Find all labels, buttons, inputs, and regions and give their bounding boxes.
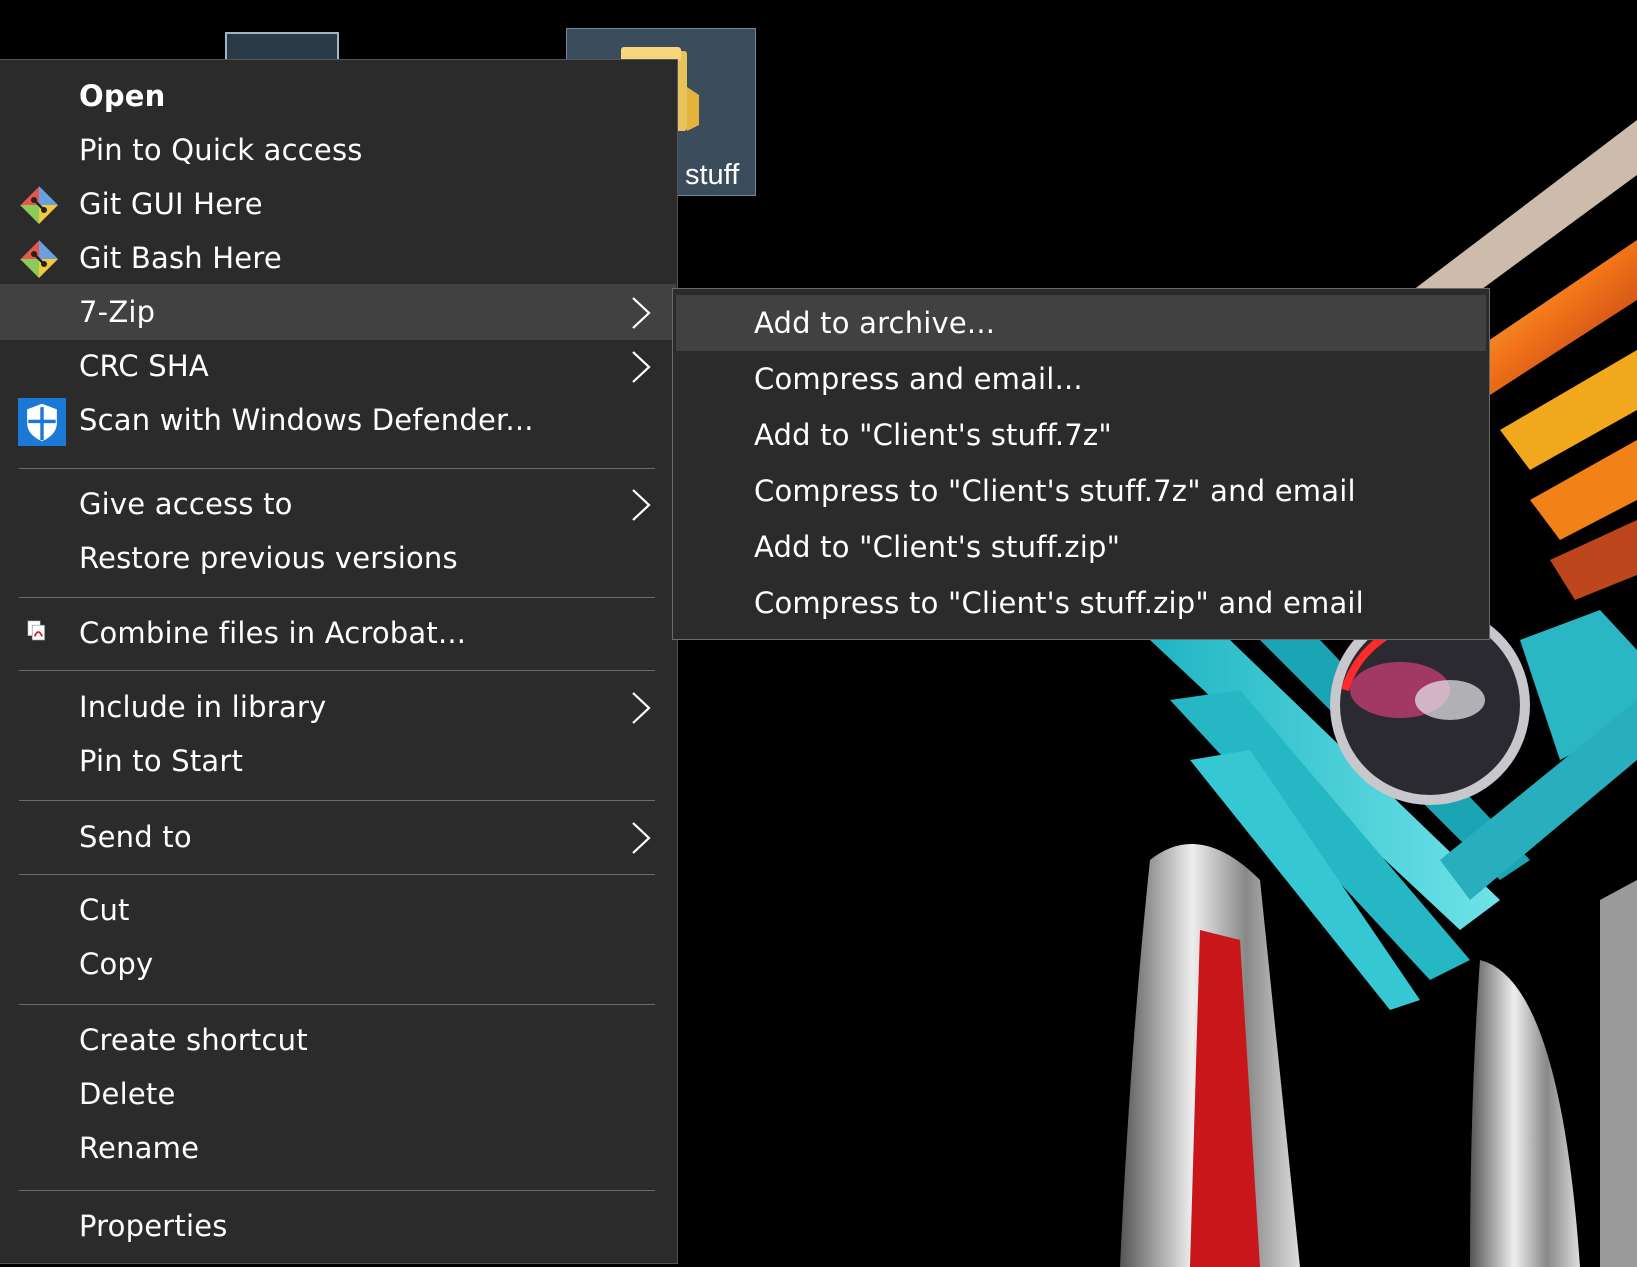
menu-item-label: Pin to Quick access (79, 133, 363, 167)
menu-separator (19, 670, 655, 671)
menu-separator (19, 1004, 655, 1005)
menu-item-combine-in-acrobat[interactable]: Combine files in Acrobat... (0, 605, 676, 661)
menu-item-send-to[interactable]: Send to (0, 809, 676, 865)
submenu-item-compress-7z-and-email[interactable]: Compress to "Client's stuff.7z" and emai… (676, 463, 1486, 519)
menu-separator (19, 1190, 655, 1191)
menu-item-label: Send to (79, 820, 192, 854)
submenu-item-add-to-zip[interactable]: Add to "Client's stuff.zip" (676, 519, 1486, 575)
menu-item-crc-sha[interactable]: CRC SHA (0, 338, 676, 394)
submenu-item-label: Add to archive... (754, 306, 996, 340)
submenu-item-label: Add to "Client's stuff.7z" (754, 418, 1112, 452)
menu-item-label: Combine files in Acrobat... (79, 616, 467, 650)
menu-item-cut[interactable]: Cut (0, 882, 676, 938)
chevron-right-icon (632, 351, 651, 383)
menu-item-properties[interactable]: Properties (0, 1198, 676, 1254)
menu-item-give-access-to[interactable]: Give access to (0, 476, 676, 532)
menu-separator (19, 597, 655, 598)
git-icon (20, 240, 58, 278)
menu-item-label: Copy (79, 947, 154, 981)
menu-item-7zip[interactable]: 7-Zip (0, 284, 676, 340)
menu-item-restore-previous-versions[interactable]: Restore previous versions (0, 530, 676, 586)
acrobat-icon (27, 620, 45, 641)
submenu-item-compress-zip-and-email[interactable]: Compress to "Client's stuff.zip" and ema… (676, 575, 1486, 631)
menu-separator (19, 468, 655, 469)
menu-item-label: Properties (79, 1209, 228, 1243)
menu-item-label: Scan with Windows Defender... (79, 403, 534, 437)
menu-item-copy[interactable]: Copy (0, 936, 676, 992)
submenu-item-label: Add to "Client's stuff.zip" (754, 530, 1121, 564)
menu-item-label: Create shortcut (79, 1023, 308, 1057)
git-icon (20, 186, 58, 224)
menu-item-label: Cut (79, 893, 130, 927)
menu-item-label: Open (79, 79, 166, 113)
menu-separator (19, 874, 655, 875)
menu-item-pin-to-quick-access[interactable]: Pin to Quick access (0, 122, 676, 178)
menu-item-create-shortcut[interactable]: Create shortcut (0, 1012, 676, 1068)
submenu-item-label: Compress to "Client's stuff.7z" and emai… (754, 474, 1356, 508)
menu-item-label: Give access to (79, 487, 293, 521)
submenu-item-add-to-7z[interactable]: Add to "Client's stuff.7z" (676, 407, 1486, 463)
menu-item-label: 7-Zip (79, 295, 156, 329)
menu-item-git-gui-here[interactable]: Git GUI Here (0, 176, 676, 232)
menu-item-pin-to-start[interactable]: Pin to Start (0, 733, 676, 789)
menu-item-label: Restore previous versions (79, 541, 458, 575)
chevron-right-icon (632, 297, 651, 329)
menu-item-git-bash-here[interactable]: Git Bash Here (0, 230, 676, 286)
menu-item-label: Delete (79, 1077, 176, 1111)
menu-item-label: Pin to Start (79, 744, 244, 778)
chevron-right-icon (632, 489, 651, 521)
menu-item-label: CRC SHA (79, 349, 209, 383)
menu-item-delete[interactable]: Delete (0, 1066, 676, 1122)
chevron-right-icon (632, 822, 651, 854)
submenu-item-compress-and-email[interactable]: Compress and email... (676, 351, 1486, 407)
menu-item-label: Git GUI Here (79, 187, 263, 221)
menu-item-scan-with-defender[interactable]: Scan with Windows Defender... (0, 392, 676, 448)
submenu-item-label: Compress to "Client's stuff.zip" and ema… (754, 586, 1364, 620)
menu-item-label: Git Bash Here (79, 241, 282, 275)
menu-separator (19, 800, 655, 801)
menu-item-label: Rename (79, 1131, 200, 1165)
menu-item-open[interactable]: Open (0, 68, 676, 124)
context-menu: Open Pin to Quick access Git GUI Here Gi… (0, 59, 678, 1264)
submenu-item-add-to-archive[interactable]: Add to archive... (676, 295, 1486, 351)
menu-item-label: Include in library (79, 690, 327, 724)
menu-item-rename[interactable]: Rename (0, 1120, 676, 1176)
submenu-item-label: Compress and email... (754, 362, 1083, 396)
chevron-right-icon (632, 692, 651, 724)
windows-defender-shield-icon (18, 398, 66, 446)
menu-item-include-in-library[interactable]: Include in library (0, 679, 676, 735)
7zip-submenu: Add to archive... Compress and email... … (672, 288, 1490, 640)
folder-label: stuff (685, 159, 740, 191)
